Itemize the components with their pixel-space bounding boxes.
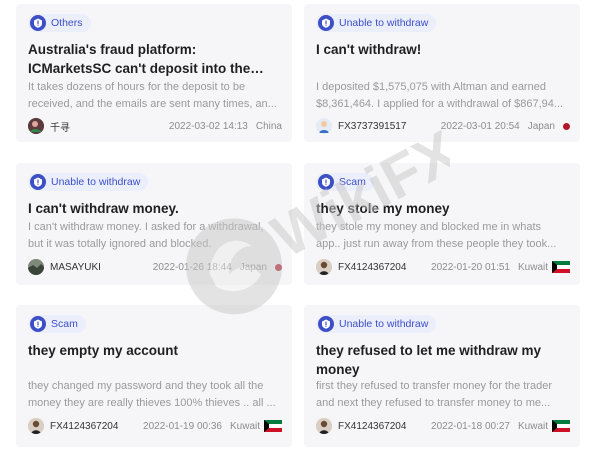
category-label: Scam xyxy=(51,318,78,330)
avatar xyxy=(316,118,332,134)
card-title[interactable]: Australia's fraud platform: ICMarketsSC … xyxy=(28,40,280,78)
kuwait-flag-icon xyxy=(552,261,570,273)
card-description: they changed my password and they took a… xyxy=(28,380,276,409)
category-tag: Unable to withdraw xyxy=(316,315,437,333)
category-icon xyxy=(318,15,334,31)
category-icon xyxy=(318,174,334,190)
card-description: I deposited $1,575,075 with Altman and e… xyxy=(316,81,564,110)
avatar xyxy=(28,259,44,275)
card-title[interactable]: they refused to let me withdraw my money xyxy=(316,341,568,379)
avatar xyxy=(28,418,44,434)
card-description: I can't withdraw money. I asked for a wi… xyxy=(28,221,264,250)
complaint-card[interactable]: Unable to withdraw they refused to let m… xyxy=(304,305,580,447)
post-date: 2022-01-20 01:51 xyxy=(431,261,510,273)
category-label: Unable to withdraw xyxy=(51,176,141,188)
japan-flag-icon xyxy=(275,263,282,271)
category-label: Unable to withdraw xyxy=(339,17,429,29)
category-tag: Others xyxy=(28,14,91,32)
kuwait-flag-icon xyxy=(264,420,282,432)
japan-flag-icon xyxy=(563,122,570,130)
avatar xyxy=(28,118,44,134)
category-tag: Scam xyxy=(28,315,86,333)
card-title[interactable]: they empty my account xyxy=(28,341,280,360)
card-description: It takes dozens of hours for the deposit… xyxy=(28,81,277,110)
card-title[interactable]: they stole my money xyxy=(316,199,568,218)
card-title[interactable]: I can't withdraw! xyxy=(316,40,568,59)
post-date: 2022-01-26 18:44 xyxy=(152,261,232,273)
username[interactable]: 千寻 xyxy=(50,119,70,134)
country: Japan xyxy=(527,120,555,132)
avatar xyxy=(316,259,332,275)
username[interactable]: FX4124367204 xyxy=(338,262,406,273)
complaint-card[interactable]: Scam they empty my account they changed … xyxy=(16,305,292,447)
complaint-card[interactable]: Unable to withdraw I can't withdraw mone… xyxy=(16,163,292,285)
card-title[interactable]: I can't withdraw money. xyxy=(28,199,280,218)
country: Kuwait xyxy=(517,261,548,273)
complaint-card[interactable]: Others Australia's fraud platform: ICMar… xyxy=(16,4,292,142)
username[interactable]: FX4124367204 xyxy=(338,421,406,432)
avatar xyxy=(316,418,332,434)
username[interactable]: MASAYUKI xyxy=(50,262,101,273)
category-tag: Scam xyxy=(316,173,374,191)
category-tag: Unable to withdraw xyxy=(316,14,437,32)
card-description: first they refused to transfer money for… xyxy=(316,380,552,409)
card-description: they stole my money and blocked me in wh… xyxy=(316,221,557,250)
category-icon xyxy=(30,316,46,332)
category-icon xyxy=(30,174,46,190)
country: Japan xyxy=(239,261,267,273)
country: Kuwait xyxy=(229,420,260,432)
kuwait-flag-icon xyxy=(552,420,570,432)
category-tag: Unable to withdraw xyxy=(28,173,149,191)
username[interactable]: FX3737391517 xyxy=(338,121,406,132)
complaint-card[interactable]: Unable to withdraw I can't withdraw! I d… xyxy=(304,4,580,142)
country: Kuwait xyxy=(517,420,548,432)
category-label: Unable to withdraw xyxy=(339,318,429,330)
post-date: 2022-01-19 00:36 xyxy=(143,420,222,432)
post-date: 2022-03-01 20:54 xyxy=(440,120,520,132)
category-icon xyxy=(318,316,334,332)
username[interactable]: FX4124367204 xyxy=(50,421,118,432)
complaint-card[interactable]: Scam they stole my money they stole my m… xyxy=(304,163,580,285)
category-icon xyxy=(30,15,46,31)
post-date: 2022-01-18 00:27 xyxy=(431,420,510,432)
country: China xyxy=(255,120,282,132)
post-date: 2022-03-02 14:13 xyxy=(168,120,248,132)
category-label: Scam xyxy=(339,176,366,188)
category-label: Others xyxy=(51,17,83,29)
